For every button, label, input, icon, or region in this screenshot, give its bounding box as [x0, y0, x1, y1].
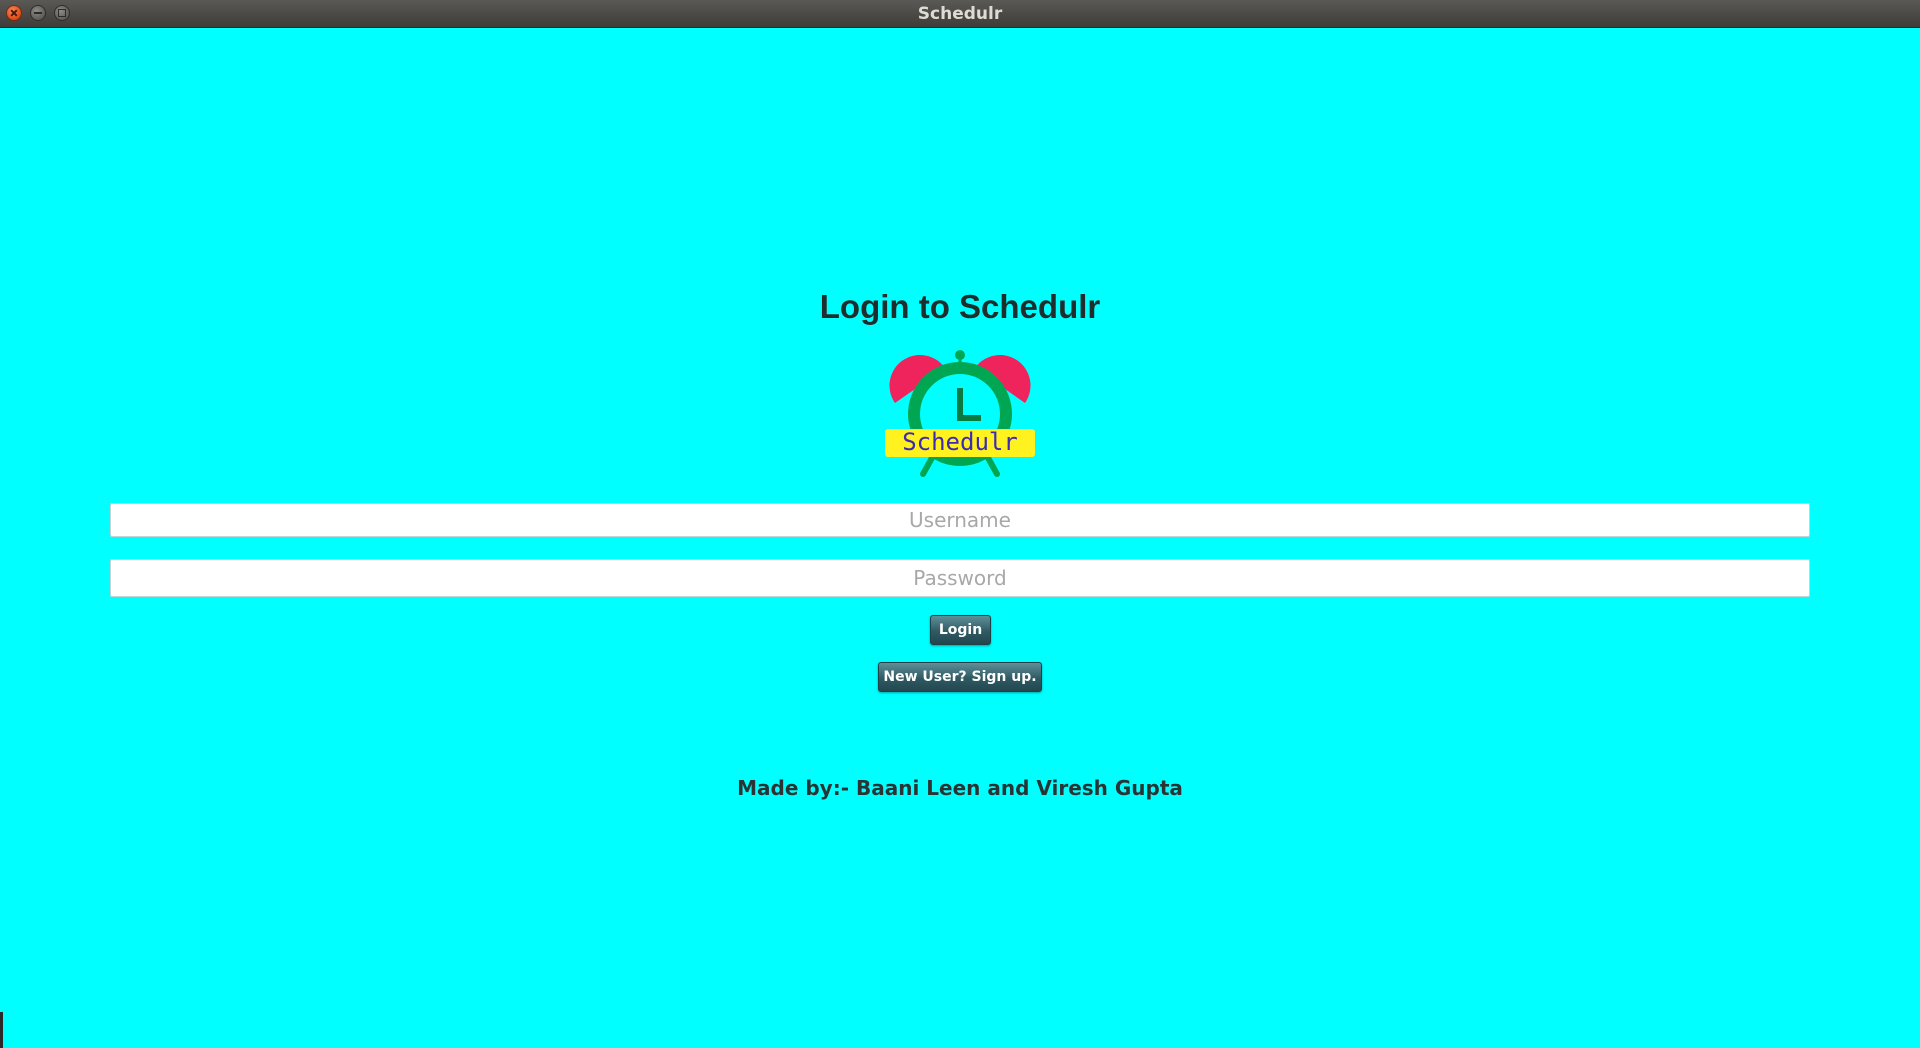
login-button[interactable]: Login: [930, 615, 991, 645]
window-title: Schedulr: [917, 4, 1003, 24]
schedulr-logo: Schedulr: [883, 348, 1037, 482]
title-bar[interactable]: Schedulr: [0, 0, 1920, 28]
app-window: Schedulr Login to Schedulr Schedulr Logi…: [0, 0, 1920, 1048]
alarm-clock-icon: Schedulr: [885, 350, 1035, 477]
window-edge: [0, 1012, 3, 1048]
page-title: Login to Schedulr: [819, 288, 1101, 325]
credits-text: Made by:- Baani Leen and Viresh Gupta: [737, 776, 1183, 800]
username-input[interactable]: [110, 503, 1810, 537]
signup-button[interactable]: New User? Sign up.: [878, 662, 1042, 692]
password-input[interactable]: [110, 559, 1810, 597]
logo-text: Schedulr: [902, 428, 1018, 456]
